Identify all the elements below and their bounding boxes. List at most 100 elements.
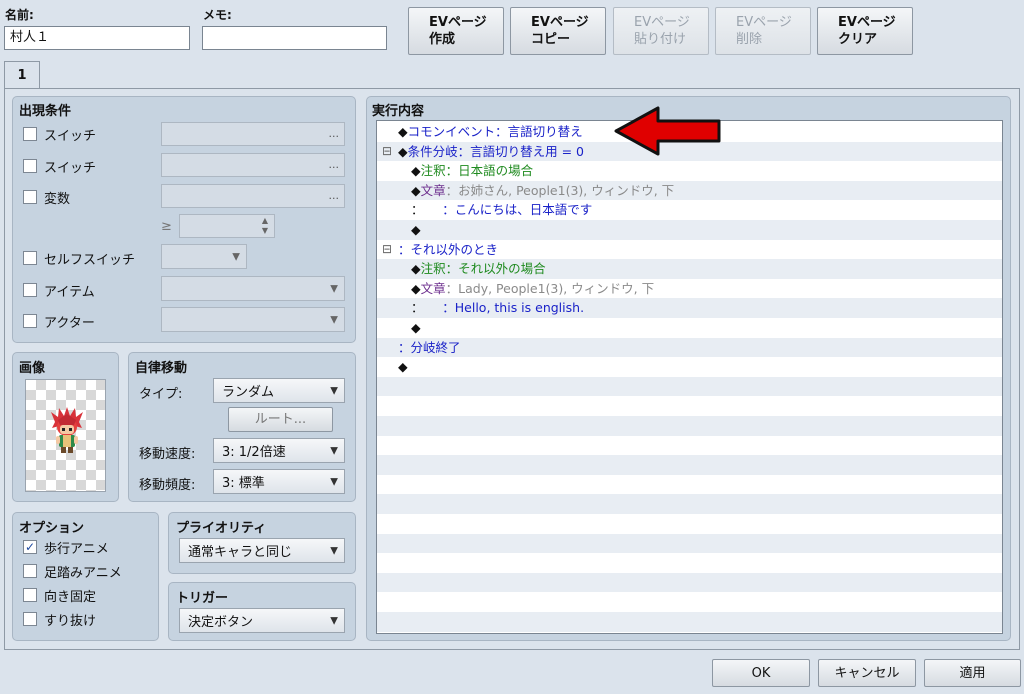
- variable-select[interactable]: ...: [161, 184, 345, 208]
- trigger-title: トリガー: [176, 591, 229, 606]
- command-row[interactable]: [377, 455, 1002, 475]
- command-row[interactable]: [377, 376, 1002, 397]
- command-text: ◆文章：お姉さん, People1(3), ウィンドウ, 下: [411, 181, 674, 201]
- switch1-checkbox[interactable]: [23, 127, 37, 141]
- option-checkbox[interactable]: [23, 588, 37, 602]
- command-row[interactable]: [377, 592, 1002, 612]
- move-frequency-value: 3: 標準: [222, 476, 265, 491]
- character-image-preview[interactable]: [25, 379, 106, 492]
- tab-page-1[interactable]: 1: [4, 61, 40, 89]
- command-row[interactable]: [377, 475, 1002, 495]
- event-command-list[interactable]: ◆コモンイベント：言語切り替え ⊟ ◆条件分岐：言語切り替え用 = 0 ◆注釈：日本語…: [376, 120, 1003, 634]
- collapse-toggle-icon[interactable]: ⊟: [382, 142, 392, 162]
- command-text: ◆条件分岐：言語切り替え用 = 0: [398, 142, 584, 162]
- command-text: ◆: [411, 220, 421, 240]
- ok-button[interactable]: OK: [712, 659, 810, 687]
- ev-page-paste-button[interactable]: EVページ 貼り付け: [613, 7, 709, 55]
- options-title: オプション: [19, 521, 85, 536]
- memo-input[interactable]: [202, 26, 387, 50]
- ev-page-button-line1: EVページ: [838, 15, 896, 30]
- ev-page-create-button[interactable]: EVページ作成: [408, 7, 504, 55]
- actor-select[interactable]: ▼: [161, 307, 345, 332]
- apply-button[interactable]: 適用: [924, 659, 1021, 687]
- command-row[interactable]: [377, 416, 1002, 436]
- autonomous-title: 自律移動: [135, 361, 188, 376]
- command-row[interactable]: ◆文章：お姉さん, People1(3), ウィンドウ, 下: [377, 180, 1002, 201]
- switch2-checkbox[interactable]: [23, 159, 37, 173]
- command-segment: 注釈：それ以外の場合: [420, 261, 546, 277]
- memo-label: メモ:: [203, 8, 232, 22]
- command-row[interactable]: ：分岐終了: [377, 337, 1002, 358]
- move-frequency-select[interactable]: 3: 標準 ▼: [213, 469, 345, 494]
- command-row[interactable]: ◆文章：Lady, People1(3), ウィンドウ, 下: [377, 279, 1002, 299]
- move-type-select[interactable]: ランダム ▼: [213, 378, 345, 403]
- ev-page-button-line1: EVページ: [736, 15, 792, 30]
- move-speed-select[interactable]: 3: 1/2倍速 ▼: [213, 438, 345, 463]
- item-checkbox[interactable]: [23, 283, 37, 297]
- priority-title: プライオリティ: [176, 521, 267, 536]
- chevron-down-icon: ▼: [330, 476, 338, 487]
- command-row[interactable]: [377, 533, 1002, 554]
- command-row[interactable]: ◆注釈：日本語の場合: [377, 161, 1002, 181]
- command-row[interactable]: [377, 436, 1002, 456]
- command-text: ◆注釈：それ以外の場合: [411, 259, 546, 279]
- switch2-select[interactable]: ...: [161, 153, 345, 177]
- variable-value-spinner[interactable]: ▲ ▼: [179, 214, 275, 238]
- move-type-value: ランダム: [222, 385, 275, 400]
- collapse-toggle-icon[interactable]: ⊟: [382, 240, 392, 260]
- move-type-label: タイプ:: [139, 387, 183, 402]
- command-row[interactable]: ⊟ ：それ以外のとき: [377, 240, 1002, 260]
- command-row[interactable]: [377, 396, 1002, 416]
- ev-page-clear-button[interactable]: EVページ クリア: [817, 7, 913, 55]
- priority-select[interactable]: 通常キャラと同じ ▼: [179, 538, 345, 563]
- command-row[interactable]: [377, 494, 1002, 514]
- ev-page-delete-button[interactable]: EVページ削除: [715, 7, 811, 55]
- ev-page-button-line2: 作成: [429, 32, 456, 47]
- command-row[interactable]: ： ：Hello, this is english.: [377, 298, 1002, 318]
- command-segment: ：Lady, People1(3), ウィンドウ, 下: [445, 280, 655, 296]
- ev-page-button-line1: EVページ: [634, 15, 690, 30]
- name-label: 名前:: [5, 8, 34, 22]
- ev-page-button-line1: EVページ: [429, 15, 487, 30]
- command-segment: 条件分岐：言語切り替え用 = 0: [407, 143, 584, 159]
- actor-checkbox[interactable]: [23, 314, 37, 328]
- command-row[interactable]: [377, 572, 1002, 593]
- ev-page-copy-button[interactable]: EVページ コピー: [510, 7, 606, 55]
- command-row[interactable]: ◆注釈：それ以外の場合: [377, 259, 1002, 279]
- route-button[interactable]: ルート...: [228, 407, 333, 432]
- trigger-select[interactable]: 決定ボタン ▼: [179, 608, 345, 633]
- move-frequency-label: 移動頻度:: [139, 478, 196, 493]
- name-input[interactable]: 村人１: [4, 26, 190, 50]
- switch1-select[interactable]: ...: [161, 122, 345, 146]
- self-switch-checkbox[interactable]: [23, 251, 37, 265]
- priority-value: 通常キャラと同じ: [188, 545, 293, 560]
- command-text: ◆文章：Lady, People1(3), ウィンドウ, 下: [411, 279, 654, 299]
- variable-checkbox[interactable]: [23, 190, 37, 204]
- option-checkbox[interactable]: ✓: [23, 540, 37, 554]
- ev-page-button-line2: 削除: [736, 32, 763, 47]
- command-row[interactable]: ◆: [377, 318, 1002, 338]
- command-row[interactable]: ◆: [377, 220, 1002, 240]
- command-row[interactable]: ： ：こんにちは、日本語です: [377, 200, 1002, 220]
- chevron-down-icon: ▼: [330, 314, 338, 325]
- chevron-down-icon: ▼: [232, 251, 240, 262]
- command-segment: ：分岐終了: [398, 339, 461, 355]
- option-checkbox[interactable]: [23, 564, 37, 578]
- spinner-down-icon[interactable]: ▼: [262, 226, 268, 235]
- option-checkbox[interactable]: [23, 612, 37, 626]
- move-speed-label: 移動速度:: [139, 447, 196, 462]
- command-segment: ◆: [411, 163, 421, 179]
- command-segment: ◆: [398, 124, 408, 139]
- command-row[interactable]: [377, 553, 1002, 573]
- spinner-up-icon[interactable]: ▲: [262, 216, 268, 225]
- chevron-down-icon: ▼: [330, 385, 338, 396]
- command-segment: ◆: [411, 182, 421, 198]
- command-row[interactable]: ◆: [377, 357, 1002, 377]
- command-segment: ：こんにちは、日本語です: [417, 202, 593, 218]
- command-row[interactable]: [377, 612, 1002, 632]
- command-row[interactable]: [377, 514, 1002, 534]
- villager-sprite-icon: [51, 407, 83, 453]
- cancel-button[interactable]: キャンセル: [818, 659, 916, 687]
- item-select[interactable]: ▼: [161, 276, 345, 301]
- self-switch-select[interactable]: ▼: [161, 244, 247, 269]
